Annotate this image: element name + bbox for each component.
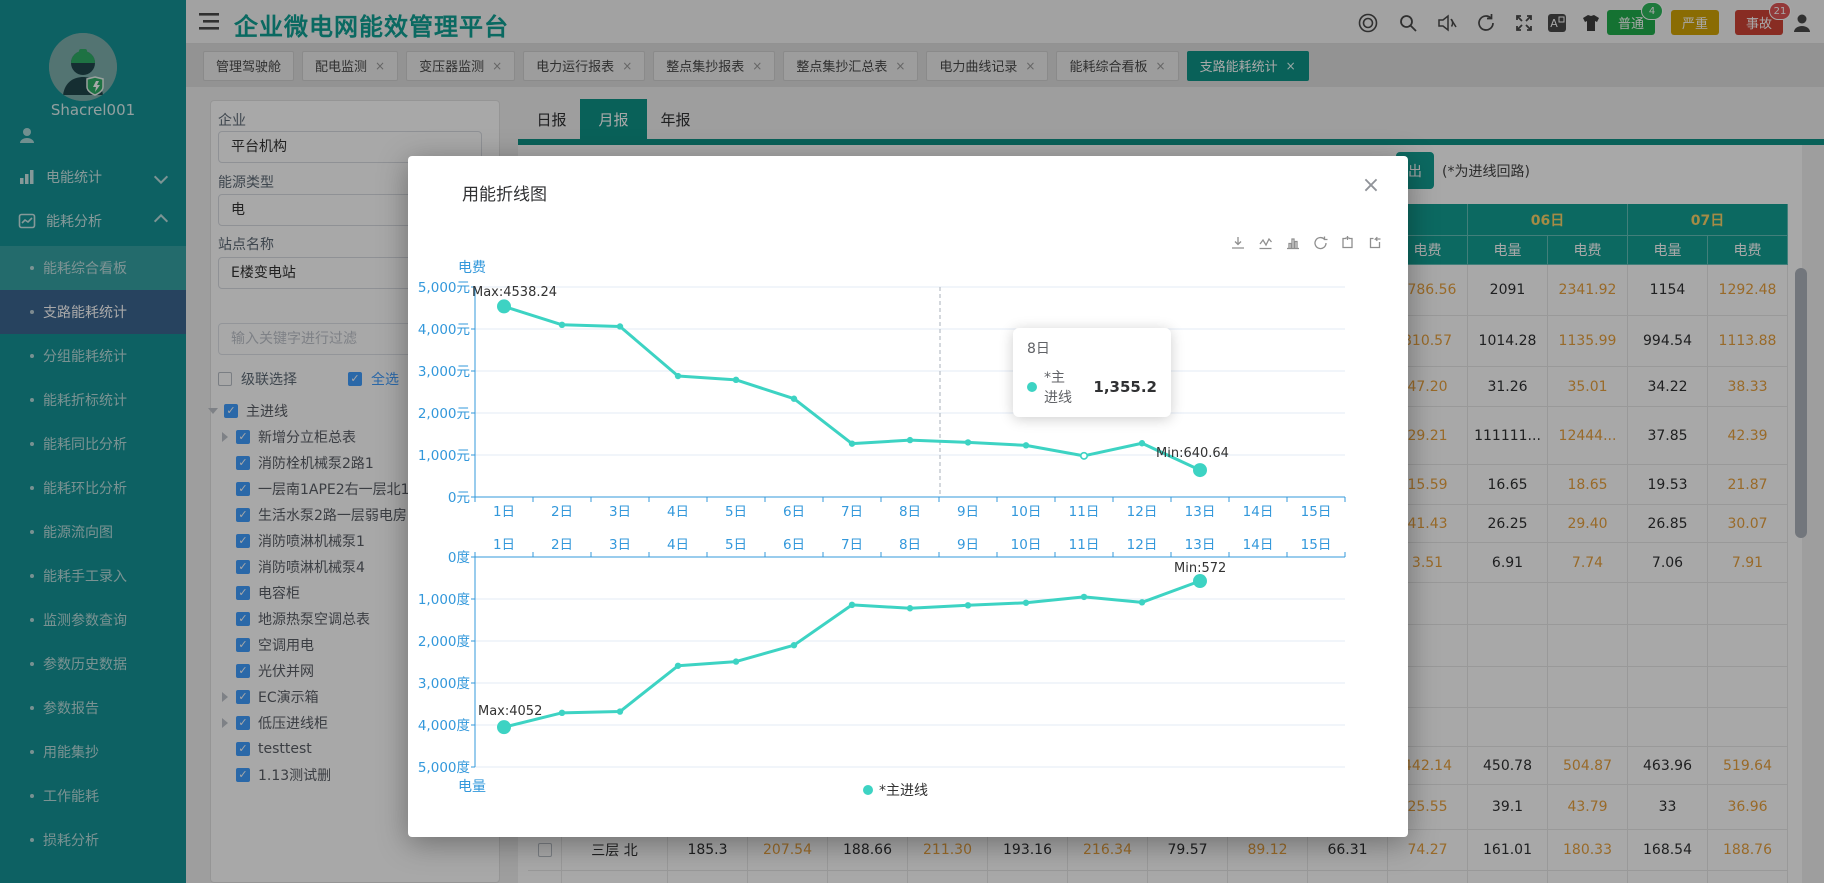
x-tick-label: 14日 (1243, 537, 1274, 553)
x-tick-label: 3日 (609, 504, 631, 520)
x-tick-label: 2日 (551, 504, 573, 520)
data-point (849, 440, 855, 446)
data-point (559, 710, 565, 716)
data-point (1193, 574, 1207, 588)
y-tick-label: 5,000度 (418, 760, 470, 776)
energy-line-chart-modal: 用能折线图 × 5,000元4,000元3,000元2,000元1,000元0元… (408, 156, 1408, 837)
y-tick-label: 1,000度 (418, 592, 470, 608)
y-tick-label: 2,000元 (418, 406, 470, 422)
data-point (965, 602, 971, 608)
x-tick-label: 6日 (783, 504, 805, 520)
data-point (1081, 594, 1087, 600)
data-point (675, 373, 681, 379)
data-point (733, 377, 739, 383)
x-tick-label: 2日 (551, 537, 573, 553)
x-tick-label: 5日 (725, 504, 747, 520)
y-tick-label: 4,000度 (418, 718, 470, 734)
max-label: Max:4052 (478, 704, 542, 719)
tooltip-category: 8日 (1027, 338, 1157, 358)
x-tick-label: 13日 (1185, 504, 1216, 520)
data-point (1023, 442, 1029, 448)
data-point (733, 658, 739, 664)
x-tick-label: 12日 (1127, 504, 1158, 520)
x-tick-label: 15日 (1301, 504, 1332, 520)
legend-dot-icon (863, 785, 873, 795)
data-point (907, 437, 913, 443)
download-icon[interactable] (1232, 237, 1244, 248)
x-tick-label: 14日 (1243, 504, 1274, 520)
x-tick-label: 11日 (1069, 504, 1100, 520)
x-tick-label: 12日 (1127, 537, 1158, 553)
max-label: Max:4538.24 (472, 285, 557, 300)
data-point (617, 323, 623, 329)
y-tick-label: 1,000元 (418, 448, 470, 464)
chart-tooltip: 8日 *主进线 1,355.2 (1013, 328, 1171, 417)
x-tick-label: 8日 (899, 504, 921, 520)
min-label: Min:572 (1174, 561, 1226, 576)
data-point (617, 708, 623, 714)
data-point (1139, 440, 1145, 446)
tooltip-value: 1,355.2 (1093, 378, 1157, 396)
data-point (1081, 453, 1087, 459)
x-tick-label: 4日 (667, 537, 689, 553)
y-tick-label: 2,000度 (418, 634, 470, 650)
x-tick-label: 11日 (1069, 537, 1100, 553)
data-point (559, 322, 565, 328)
x-tick-label: 7日 (841, 537, 863, 553)
data-point (849, 602, 855, 608)
y-tick-label: 3,000元 (418, 364, 470, 380)
legend-label: *主进线 (879, 780, 928, 800)
restore-icon[interactable] (1371, 237, 1381, 247)
y-tick-label: 4,000元 (418, 322, 470, 338)
y-tick-label: 0度 (448, 550, 470, 566)
x-tick-label: 13日 (1185, 537, 1216, 553)
data-point (791, 396, 797, 402)
min-label: Min:640.64 (1156, 446, 1229, 461)
y-tick-label: 3,000度 (418, 676, 470, 692)
bar-chart-icon[interactable] (1287, 239, 1299, 249)
x-tick-label: 3日 (609, 537, 631, 553)
x-tick-label: 5日 (725, 537, 747, 553)
x-tick-label: 15日 (1301, 537, 1332, 553)
line-chart-icon[interactable] (1260, 239, 1272, 249)
data-point (965, 439, 971, 445)
x-tick-label: 9日 (957, 504, 979, 520)
data-point (907, 605, 913, 611)
x-tick-label: 10日 (1011, 537, 1042, 553)
page: Shacrel001 电能统计能耗分析 能耗综合看板支路能耗统计分组能耗统计能耗… (0, 0, 1824, 883)
series-dot-icon (1027, 382, 1037, 392)
data-point (675, 663, 681, 669)
x-tick-label: 1日 (493, 537, 515, 553)
x-tick-label: 7日 (841, 504, 863, 520)
data-point (1139, 599, 1145, 605)
x-tick-label: 9日 (957, 537, 979, 553)
x-tick-label: 6日 (783, 537, 805, 553)
x-tick-label: 4日 (667, 504, 689, 520)
x-tick-label: 8日 (899, 537, 921, 553)
y-tick-label: 0元 (448, 490, 470, 506)
data-point (497, 720, 511, 734)
chart-legend[interactable]: *主进线 (863, 780, 928, 800)
data-point (791, 642, 797, 648)
bottom-axis-name: 电量 (458, 776, 486, 796)
top-axis-name: 电费 (458, 257, 486, 277)
tooltip-series: *主进线 (1044, 367, 1077, 407)
refresh-icon[interactable] (1315, 237, 1327, 249)
zoom-icon[interactable] (1343, 236, 1352, 248)
data-point (1193, 463, 1207, 477)
data-point (1023, 600, 1029, 606)
line-chart: 5,000元 4,000元 3,000元 2,000元 1,000元 0元 1日 2日 3日 4日… (408, 156, 1408, 837)
x-tick-label: 10日 (1011, 504, 1042, 520)
data-point (497, 299, 511, 313)
x-tick-label: 1日 (493, 504, 515, 520)
y-tick-label: 5,000元 (418, 280, 470, 296)
